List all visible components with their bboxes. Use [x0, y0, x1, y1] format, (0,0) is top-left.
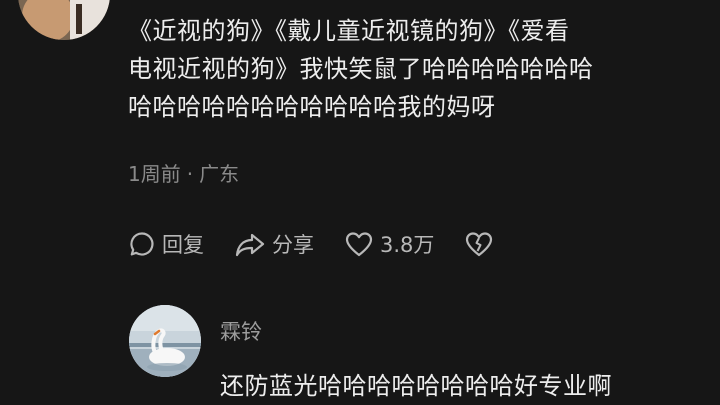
- comment-time: 1周前: [128, 162, 181, 186]
- comment-location: 广东: [199, 162, 240, 186]
- comment-meta: 1周前 · 广东: [128, 158, 239, 187]
- reply-avatar[interactable]: [129, 305, 201, 377]
- broken-heart-icon: [464, 230, 494, 258]
- share-arrow-icon: [234, 230, 266, 258]
- reply-button[interactable]: 回复: [128, 229, 204, 259]
- comment-line: 哈哈哈哈哈哈哈哈哈哈哈我的妈呀: [128, 93, 496, 121]
- share-label: 分享: [272, 233, 314, 257]
- dislike-button[interactable]: [464, 230, 494, 258]
- like-count: 3.8万: [380, 233, 435, 257]
- commenter-avatar-image: [18, 0, 110, 40]
- comment-line: 电视近视的狗》我快笑鼠了哈哈哈哈哈哈哈: [128, 55, 594, 83]
- comment-thread: 《近视的狗》《戴儿童近视镜的狗》《爱看 电视近视的狗》我快笑鼠了哈哈哈哈哈哈哈 …: [0, 0, 720, 405]
- comment-actions: 回复 分享 3.8万: [128, 226, 494, 262]
- comment-bubble-icon: [128, 230, 156, 258]
- comment-line: 《近视的狗》《戴儿童近视镜的狗》《爱看: [128, 17, 570, 45]
- meta-separator: ·: [186, 162, 194, 186]
- swan-avatar-image: [129, 305, 201, 377]
- share-button[interactable]: 分享: [234, 229, 314, 259]
- reply-username[interactable]: 霖铃: [220, 316, 262, 346]
- commenter-avatar[interactable]: [18, 0, 110, 40]
- like-button[interactable]: 3.8万: [344, 229, 434, 259]
- reply-label: 回复: [162, 233, 204, 257]
- comment-text: 《近视的狗》《戴儿童近视镜的狗》《爱看 电视近视的狗》我快笑鼠了哈哈哈哈哈哈哈 …: [128, 12, 698, 126]
- heart-icon: [344, 230, 374, 258]
- reply-text: 还防蓝光哈哈哈哈哈哈哈哈好专业啊: [220, 372, 612, 400]
